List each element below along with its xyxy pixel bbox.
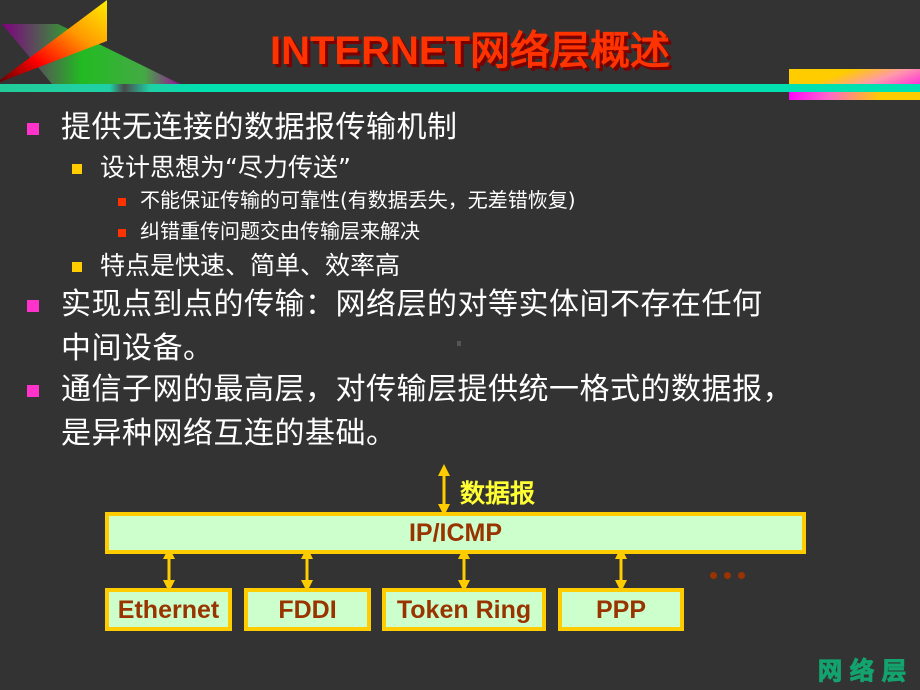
footer-watermark: 网络层 — [818, 657, 914, 686]
ppp-box: PPP — [558, 588, 684, 631]
fddi-box: FDDI — [244, 588, 371, 631]
ethernet-box: Ethernet — [105, 588, 232, 631]
ellipsis-dot — [710, 572, 717, 579]
ethernet-label: Ethernet — [117, 596, 220, 624]
token-ring-label: Token Ring — [396, 596, 532, 624]
datagram-label: 数据报 — [460, 479, 536, 508]
ppp-label: PPP — [595, 596, 647, 624]
fddi-label: FDDI — [278, 596, 337, 624]
ip-icmp-label: IP/ICMP — [408, 519, 503, 547]
ip-icmp-layer-box: IP/ICMP — [105, 512, 806, 554]
diagram-arrows — [163, 464, 627, 592]
ellipsis-dot — [738, 572, 745, 579]
ellipsis-dot — [724, 572, 731, 579]
token-ring-box: Token Ring — [382, 588, 546, 631]
